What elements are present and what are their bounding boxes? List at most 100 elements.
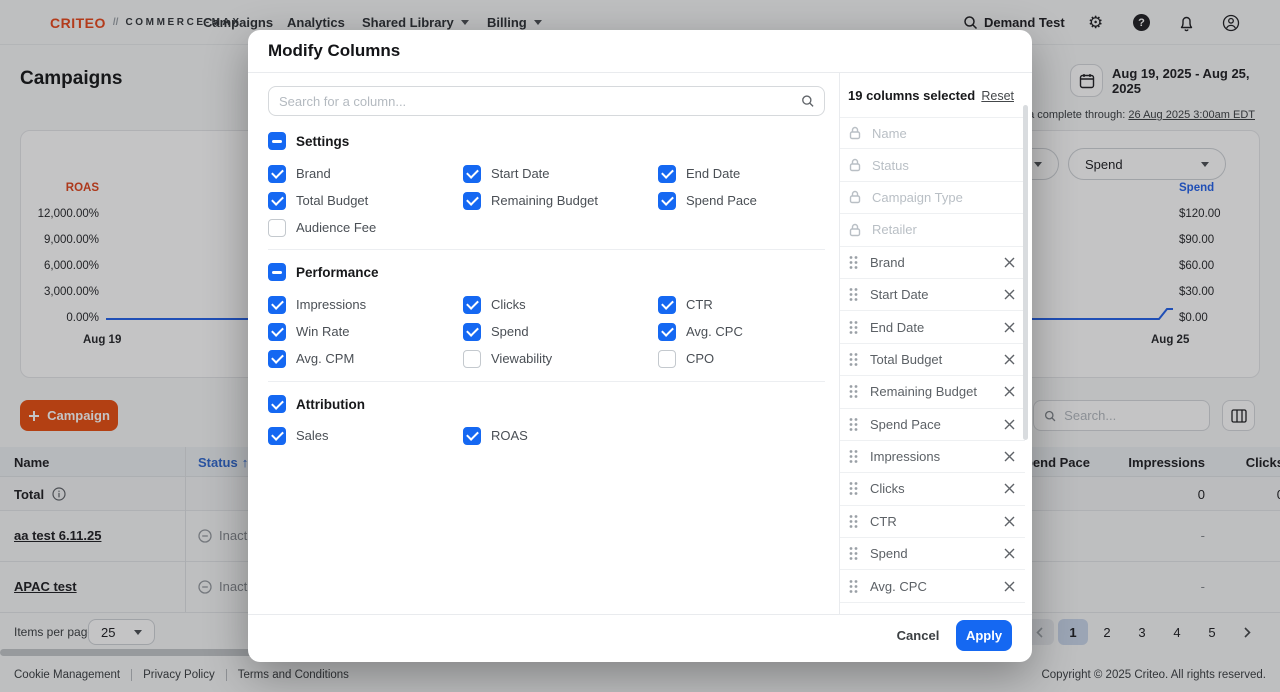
column-search[interactable] bbox=[268, 86, 825, 116]
close-icon bbox=[1004, 419, 1015, 430]
selected-columns-panel: 19 columns selected Reset Name Status Ca… bbox=[840, 72, 1032, 614]
drag-handle-icon[interactable] bbox=[849, 449, 858, 464]
remove-column-button[interactable] bbox=[1004, 289, 1015, 300]
column-option-total-budget[interactable]: Total Budget bbox=[268, 187, 463, 214]
close-icon bbox=[1004, 289, 1015, 300]
selected-column-remaining-budget[interactable]: Remaining Budget bbox=[840, 376, 1025, 408]
column-option-avg-cpc[interactable]: Avg. CPC bbox=[658, 318, 853, 345]
column-option-clicks[interactable]: Clicks bbox=[463, 291, 658, 318]
drag-handle-icon[interactable] bbox=[849, 384, 858, 399]
column-option-roas[interactable]: ROAS bbox=[463, 422, 658, 449]
selected-column-avg-cpc[interactable]: Avg. CPC bbox=[840, 570, 1025, 602]
remove-column-button[interactable] bbox=[1004, 483, 1015, 494]
column-option-remaining-budget[interactable]: Remaining Budget bbox=[463, 187, 658, 214]
cancel-button[interactable]: Cancel bbox=[888, 620, 948, 651]
column-option-end-date[interactable]: End Date bbox=[658, 160, 853, 187]
drag-handle-icon[interactable] bbox=[849, 417, 858, 432]
checkbox[interactable] bbox=[463, 165, 481, 183]
checkbox[interactable] bbox=[268, 165, 286, 183]
checkbox[interactable] bbox=[463, 192, 481, 210]
column-option-audience-fee[interactable]: Audience Fee bbox=[268, 214, 463, 241]
checkbox[interactable] bbox=[463, 323, 481, 341]
drag-handle-icon[interactable] bbox=[849, 514, 858, 529]
checkbox[interactable] bbox=[463, 427, 481, 445]
remove-column-button[interactable] bbox=[1004, 516, 1015, 527]
group-checkbox[interactable] bbox=[268, 263, 286, 281]
remove-column-button[interactable] bbox=[1004, 322, 1015, 333]
remove-column-button[interactable] bbox=[1004, 419, 1015, 430]
selected-column-label: Impressions bbox=[870, 449, 992, 464]
checkbox[interactable] bbox=[268, 296, 286, 314]
selected-column-total-budget[interactable]: Total Budget bbox=[840, 344, 1025, 376]
checkbox[interactable] bbox=[463, 296, 481, 314]
checkbox[interactable] bbox=[658, 192, 676, 210]
column-option-impressions[interactable]: Impressions bbox=[268, 291, 463, 318]
checkbox[interactable] bbox=[658, 323, 676, 341]
selected-column-impressions[interactable]: Impressions bbox=[840, 441, 1025, 473]
checkbox[interactable] bbox=[268, 427, 286, 445]
option-label: End Date bbox=[686, 166, 740, 181]
checkbox[interactable] bbox=[268, 323, 286, 341]
drag-handle-icon[interactable] bbox=[849, 352, 858, 367]
column-option-start-date[interactable]: Start Date bbox=[463, 160, 658, 187]
drag-handle-icon[interactable] bbox=[849, 579, 858, 594]
modal-title: Modify Columns bbox=[268, 41, 400, 61]
apply-button[interactable]: Apply bbox=[956, 620, 1012, 651]
selected-columns-list: Name Status Campaign Type Retailer Brand… bbox=[840, 117, 1025, 603]
modal-footer-divider bbox=[248, 614, 1032, 615]
selected-column-brand[interactable]: Brand bbox=[840, 247, 1025, 279]
column-option-ctr[interactable]: CTR bbox=[658, 291, 853, 318]
selected-column-spend-pace[interactable]: Spend Pace bbox=[840, 409, 1025, 441]
locked-column-campaign-type: Campaign Type bbox=[840, 182, 1025, 214]
column-option-avg-cpm[interactable]: Avg. CPM bbox=[268, 345, 463, 372]
reset-link[interactable]: Reset bbox=[981, 89, 1014, 103]
column-search-input[interactable] bbox=[279, 94, 793, 109]
option-label: Impressions bbox=[296, 297, 366, 312]
remove-column-button[interactable] bbox=[1004, 354, 1015, 365]
selected-column-spend[interactable]: Spend bbox=[840, 538, 1025, 570]
option-label: CTR bbox=[686, 297, 713, 312]
attribution-items: Sales ROAS bbox=[268, 422, 853, 449]
selected-column-label: Spend bbox=[870, 546, 992, 561]
checkbox[interactable] bbox=[268, 192, 286, 210]
remove-column-button[interactable] bbox=[1004, 386, 1015, 397]
drag-handle-icon[interactable] bbox=[849, 481, 858, 496]
group-label: Attribution bbox=[296, 397, 365, 412]
checkbox[interactable] bbox=[658, 296, 676, 314]
drag-handle-icon[interactable] bbox=[849, 255, 858, 270]
checkbox[interactable] bbox=[658, 165, 676, 183]
checkbox[interactable] bbox=[658, 350, 676, 368]
column-option-cpo[interactable]: CPO bbox=[658, 345, 853, 372]
column-option-spend-pace[interactable]: Spend Pace bbox=[658, 187, 853, 214]
remove-column-button[interactable] bbox=[1004, 257, 1015, 268]
group-performance[interactable]: Performance bbox=[268, 262, 379, 282]
drag-handle-icon[interactable] bbox=[849, 546, 858, 561]
selected-column-label: Remaining Budget bbox=[870, 384, 992, 399]
selected-column-start-date[interactable]: Start Date bbox=[840, 279, 1025, 311]
column-option-brand[interactable]: Brand bbox=[268, 160, 463, 187]
drag-handle-icon[interactable] bbox=[849, 287, 858, 302]
selected-column-clicks[interactable]: Clicks bbox=[840, 473, 1025, 505]
panel-scrollbar[interactable] bbox=[1023, 105, 1028, 440]
remove-column-button[interactable] bbox=[1004, 451, 1015, 462]
group-attribution[interactable]: Attribution bbox=[268, 394, 365, 414]
column-option-sales[interactable]: Sales bbox=[268, 422, 463, 449]
remove-column-button[interactable] bbox=[1004, 548, 1015, 559]
drag-handle-icon[interactable] bbox=[849, 320, 858, 335]
checkbox[interactable] bbox=[268, 350, 286, 368]
remove-column-button[interactable] bbox=[1004, 581, 1015, 592]
checkbox[interactable] bbox=[268, 219, 286, 237]
column-option-win-rate[interactable]: Win Rate bbox=[268, 318, 463, 345]
group-checkbox[interactable] bbox=[268, 132, 286, 150]
close-icon bbox=[1004, 516, 1015, 527]
app-root: CRITEO // COMMERCE-MAX Campaigns Analyti… bbox=[0, 0, 1280, 692]
column-option-viewability[interactable]: Viewability bbox=[463, 345, 658, 372]
locked-column-label: Retailer bbox=[872, 222, 1015, 237]
group-checkbox[interactable] bbox=[268, 395, 286, 413]
group-settings[interactable]: Settings bbox=[268, 131, 349, 151]
selected-column-end-date[interactable]: End Date bbox=[840, 311, 1025, 343]
column-option-spend[interactable]: Spend bbox=[463, 318, 658, 345]
selected-column-ctr[interactable]: CTR bbox=[840, 506, 1025, 538]
option-label: Audience Fee bbox=[296, 220, 376, 235]
checkbox[interactable] bbox=[463, 350, 481, 368]
